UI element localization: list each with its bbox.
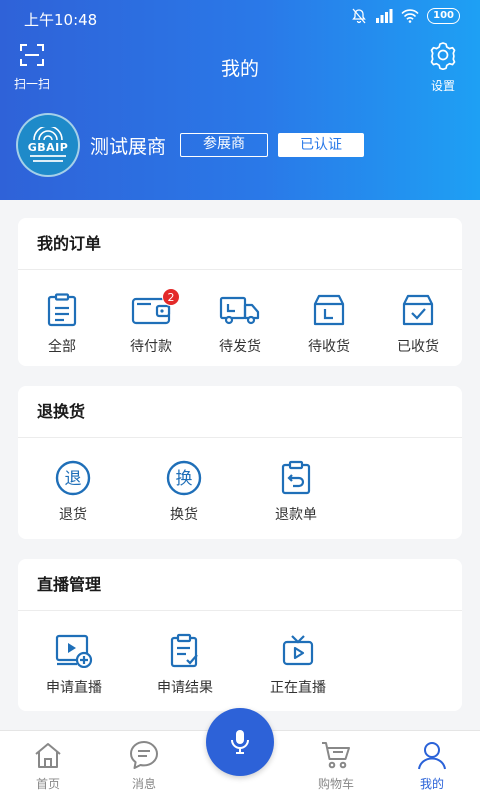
avatar-caption-lines bbox=[30, 154, 66, 162]
status-icons: 100 bbox=[351, 8, 460, 24]
tab-profile[interactable]: 我的 bbox=[384, 731, 480, 800]
cart-icon bbox=[322, 742, 350, 769]
returns-title: 退换货 bbox=[18, 386, 462, 438]
tab-messages[interactable]: 消息 bbox=[96, 731, 192, 800]
tv-play-icon bbox=[282, 635, 314, 666]
orders-title: 我的订单 bbox=[18, 218, 462, 270]
avatar-logo-text: GBAIP bbox=[27, 140, 69, 154]
live-card: 直播管理 申请直播 申请结果 正在直播 bbox=[18, 559, 462, 711]
status-bar: 上午10:48 100 bbox=[0, 0, 480, 38]
role-tag: 参展商 bbox=[180, 133, 269, 157]
exchange-goods-label: 换货 bbox=[170, 507, 198, 523]
order-all[interactable]: 全部 bbox=[18, 270, 106, 356]
box-check-icon bbox=[402, 294, 434, 326]
order-pending-payment-label: 待付款 bbox=[130, 339, 172, 355]
apply-result-label: 申请结果 bbox=[157, 680, 213, 696]
order-pending-payment[interactable]: 2 待付款 bbox=[106, 270, 196, 356]
battery-indicator: 100 bbox=[427, 8, 460, 24]
order-pending-receipt-label: 待收货 bbox=[308, 339, 350, 355]
message-icon bbox=[130, 741, 158, 769]
orders-row: 全部 2 待付款 待发货 待收货 已收货 bbox=[18, 270, 462, 356]
voice-button[interactable] bbox=[206, 708, 274, 776]
live-title: 直播管理 bbox=[18, 559, 462, 611]
apply-live-label: 申请直播 bbox=[46, 680, 102, 696]
verified-tag: 已认证 bbox=[278, 133, 365, 157]
returns-card: 退换货 退 退货 换 换货 退款单 bbox=[18, 386, 462, 539]
apply-result[interactable]: 申请结果 bbox=[130, 611, 240, 697]
tab-cart[interactable]: 购物车 bbox=[288, 731, 384, 800]
profile-header: 上午10:48 100 扫一扫 我的 设置 GBAIP 测试展商 参展商 已认证 bbox=[0, 0, 480, 200]
settings-label: 设置 bbox=[430, 79, 455, 93]
order-pending-shipment[interactable]: 待发货 bbox=[196, 270, 284, 356]
truck-icon bbox=[219, 296, 260, 325]
tab-home[interactable]: 首页 bbox=[0, 731, 96, 800]
wifi-icon bbox=[401, 9, 419, 23]
refund-clipboard-icon bbox=[281, 460, 311, 495]
order-received[interactable]: 已收货 bbox=[374, 270, 462, 356]
exchange-goods[interactable]: 换 换货 bbox=[128, 438, 240, 524]
pending-payment-badge: 2 bbox=[162, 288, 180, 306]
clipboard-icon bbox=[47, 293, 77, 327]
apply-live[interactable]: 申请直播 bbox=[18, 611, 130, 697]
order-received-label: 已收货 bbox=[397, 339, 439, 355]
gear-icon bbox=[430, 42, 456, 71]
tab-home-label: 首页 bbox=[35, 777, 60, 791]
live-now[interactable]: 正在直播 bbox=[240, 611, 356, 697]
tab-cart-label: 购物车 bbox=[317, 777, 354, 791]
order-pending-shipment-label: 待发货 bbox=[219, 339, 261, 355]
live-row: 申请直播 申请结果 正在直播 bbox=[18, 611, 462, 697]
mute-bell-icon bbox=[352, 8, 366, 24]
page-title: 我的 bbox=[220, 58, 259, 80]
return-goods[interactable]: 退 退货 bbox=[18, 438, 128, 524]
user-icon bbox=[418, 742, 446, 770]
orders-card: 我的订单 全部 2 待付款 待发货 待收货 已收货 bbox=[18, 218, 462, 366]
box-icon bbox=[313, 294, 345, 326]
apply-live-icon bbox=[55, 634, 93, 668]
exchange-glyph: 换 bbox=[176, 469, 193, 489]
result-list-icon bbox=[170, 633, 198, 668]
order-pending-receipt[interactable]: 待收货 bbox=[284, 270, 374, 356]
home-icon bbox=[35, 743, 61, 768]
exhibitor-name: 测试展商 bbox=[90, 135, 167, 158]
settings-button[interactable]: 设置 bbox=[418, 40, 468, 94]
return-icon: 退 bbox=[55, 460, 91, 496]
refund-orders[interactable]: 退款单 bbox=[240, 438, 352, 524]
status-time: 上午10:48 bbox=[24, 11, 98, 29]
live-now-label: 正在直播 bbox=[270, 680, 326, 696]
return-goods-label: 退货 bbox=[59, 507, 87, 523]
microphone-icon bbox=[231, 730, 249, 754]
tab-messages-label: 消息 bbox=[131, 777, 156, 791]
avatar[interactable]: GBAIP bbox=[16, 113, 80, 177]
exchange-icon: 换 bbox=[166, 460, 202, 496]
returns-row: 退 退货 换 换货 退款单 bbox=[18, 438, 462, 524]
order-all-label: 全部 bbox=[48, 339, 76, 355]
wifi-arc-logo-icon bbox=[33, 126, 63, 140]
refund-orders-label: 退款单 bbox=[275, 507, 317, 523]
signal-icon bbox=[376, 9, 393, 23]
return-glyph: 退 bbox=[65, 469, 82, 489]
profile-info: GBAIP 测试展商 参展商 已认证 bbox=[16, 112, 365, 178]
tab-profile-label: 我的 bbox=[419, 777, 444, 791]
